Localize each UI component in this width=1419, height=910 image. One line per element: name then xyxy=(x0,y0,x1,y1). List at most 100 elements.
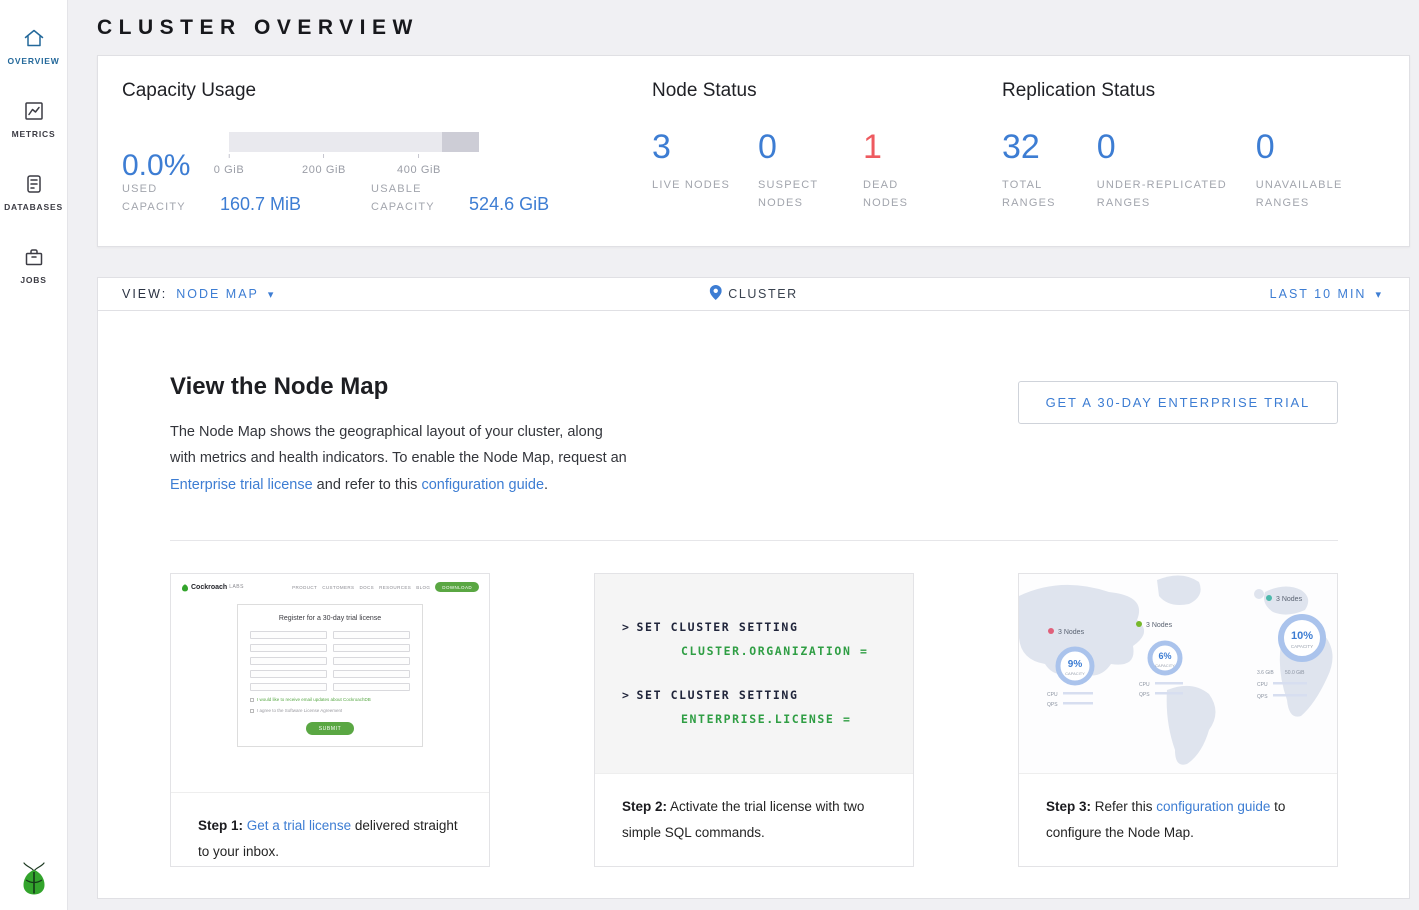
site-nav: PRODUCT CUSTOMERS DOCS RESOURCES BLOG DO… xyxy=(292,582,479,592)
svg-text:6%: 6% xyxy=(1158,651,1171,661)
step3-card: 3 Nodes 9% CAPACITY CPU QPS xyxy=(1018,573,1338,867)
view-label: VIEW: xyxy=(122,287,167,301)
page-title: CLUSTER OVERVIEW xyxy=(97,16,1410,40)
sidebar-item-label: OVERVIEW xyxy=(7,56,59,66)
chevron-down-icon: ▾ xyxy=(268,288,274,301)
cluster-summary-card: Capacity Usage 0.0% 0 GiB 200 GiB 400 Gi… xyxy=(97,55,1410,247)
sidebar-item-metrics[interactable]: METRICS xyxy=(0,83,67,156)
capacity-usage-section: Capacity Usage 0.0% 0 GiB 200 GiB 400 Gi… xyxy=(122,80,652,222)
svg-text:CPU: CPU xyxy=(1047,692,1058,698)
svg-text:QPS: QPS xyxy=(1257,694,1268,700)
section-title: Capacity Usage xyxy=(122,80,652,102)
axis-tick-label: 400 GiB xyxy=(397,164,441,176)
axis-tick-label: 0 GiB xyxy=(214,164,245,176)
enterprise-trial-button[interactable]: GET A 30-DAY ENTERPRISE TRIAL xyxy=(1018,381,1338,424)
briefcase-icon xyxy=(23,246,45,268)
form-input xyxy=(250,644,327,652)
metrics-icon xyxy=(23,100,45,122)
svg-text:3.6 GiB: 3.6 GiB xyxy=(1257,670,1274,676)
node-map-intro: The Node Map shows the geographical layo… xyxy=(170,419,632,498)
sql-code-block: >SET CLUSTER SETTING CLUSTER.ORGANIZATIO… xyxy=(595,574,913,774)
sidebar-item-jobs[interactable]: JOBS xyxy=(0,229,67,302)
step1-card: CockroachLABS PRODUCT CUSTOMERS DOCS RES… xyxy=(170,573,490,867)
sidebar-item-databases[interactable]: DATABASES xyxy=(0,156,67,229)
node-map-preview: 3 Nodes 9% CAPACITY CPU QPS xyxy=(1019,574,1337,774)
form-input xyxy=(250,670,327,678)
cockroach-labs-logo: CockroachLABS xyxy=(181,582,244,592)
form-input xyxy=(250,657,327,665)
step1-screenshot: CockroachLABS PRODUCT CUSTOMERS DOCS RES… xyxy=(171,574,489,793)
section-title: Node Status xyxy=(652,80,1002,102)
replication-status-section: Replication Status 32 TOTAL RANGES 0 UND… xyxy=(1002,80,1385,222)
svg-text:3 Nodes: 3 Nodes xyxy=(1276,596,1303,603)
enterprise-trial-license-link[interactable]: Enterprise trial license xyxy=(170,477,313,493)
map-breadcrumb: CLUSTER xyxy=(709,285,798,303)
get-trial-license-link[interactable]: Get a trial license xyxy=(247,818,351,833)
used-capacity-label: USED CAPACITY xyxy=(122,180,204,216)
form-input xyxy=(333,683,410,691)
svg-text:50.0 GiB: 50.0 GiB xyxy=(1285,670,1305,676)
databases-icon xyxy=(23,173,45,195)
usable-capacity-label: USABLE CAPACITY xyxy=(371,180,453,216)
divider xyxy=(170,540,1338,541)
svg-text:3 Nodes: 3 Nodes xyxy=(1146,622,1173,629)
svg-text:3 Nodes: 3 Nodes xyxy=(1058,629,1085,636)
capacity-axis: 0 GiB 200 GiB 400 GiB xyxy=(229,152,479,178)
view-selector[interactable]: VIEW: NODE MAP ▾ xyxy=(122,287,273,301)
checkbox xyxy=(250,698,254,702)
section-title: Replication Status xyxy=(1002,80,1385,102)
usable-capacity: USABLE CAPACITY 524.6 GiB xyxy=(371,180,549,216)
form-input xyxy=(333,657,410,665)
step1-caption: Step 1: Get a trial license delivered st… xyxy=(171,793,489,866)
svg-text:CPU: CPU xyxy=(1139,682,1150,688)
svg-text:QPS: QPS xyxy=(1139,692,1150,698)
time-range-selector[interactable]: LAST 10 MIN ▾ xyxy=(1270,287,1383,301)
form-input xyxy=(250,683,327,691)
form-input xyxy=(333,670,410,678)
form-input xyxy=(333,644,410,652)
form-input xyxy=(250,631,327,639)
svg-text:CPU: CPU xyxy=(1257,682,1268,688)
time-range-value: LAST 10 MIN xyxy=(1270,287,1367,301)
axis-tick-label: 200 GiB xyxy=(302,164,346,176)
step3-caption: Step 3: Refer this configuration guide t… xyxy=(1019,774,1337,847)
submit-button: SUBMIT xyxy=(306,722,354,735)
svg-text:CAPACITY: CAPACITY xyxy=(1291,644,1313,649)
view-value: NODE MAP xyxy=(176,287,259,301)
sidebar-item-label: METRICS xyxy=(12,129,56,139)
cockroach-logo xyxy=(0,862,67,896)
app-root: OVERVIEW METRICS DATABASES xyxy=(0,0,1419,910)
sidebar: OVERVIEW METRICS DATABASES xyxy=(0,0,68,910)
capacity-bar-nonusable-segment xyxy=(442,132,480,152)
capacity-bar xyxy=(229,132,479,152)
step2-card: >SET CLUSTER SETTING CLUSTER.ORGANIZATIO… xyxy=(594,573,914,867)
svg-text:9%: 9% xyxy=(1068,659,1083,670)
svg-text:CAPACITY: CAPACITY xyxy=(1065,671,1085,676)
view-bar: VIEW: NODE MAP ▾ CLUSTER LAST 10 MIN ▾ xyxy=(97,277,1410,311)
unavailable-ranges-stat: 0 UNAVAILABLE RANGES xyxy=(1256,130,1385,212)
sidebar-item-overview[interactable]: OVERVIEW xyxy=(0,10,67,83)
live-nodes-stat: 3 LIVE NODES xyxy=(652,130,758,212)
location-pin-icon xyxy=(709,285,721,303)
dead-nodes-stat: 1 DEAD NODES xyxy=(863,130,943,212)
chevron-down-icon: ▾ xyxy=(1375,288,1383,301)
node-map-panel: View the Node Map The Node Map shows the… xyxy=(97,311,1410,899)
form-input xyxy=(333,631,410,639)
svg-text:CAPACITY: CAPACITY xyxy=(1155,663,1175,668)
checkbox xyxy=(250,709,254,713)
total-ranges-stat: 32 TOTAL RANGES xyxy=(1002,130,1097,212)
home-icon xyxy=(23,27,45,49)
configuration-guide-link[interactable]: configuration guide xyxy=(421,477,544,493)
configuration-guide-link[interactable]: configuration guide xyxy=(1156,799,1270,814)
step2-caption: Step 2: Activate the trial license with … xyxy=(595,774,913,847)
svg-text:QPS: QPS xyxy=(1047,702,1058,708)
breadcrumb-label: CLUSTER xyxy=(728,287,798,301)
node-status-section: Node Status 3 LIVE NODES 0 SUSPECT NODES… xyxy=(652,80,1002,222)
sidebar-item-label: JOBS xyxy=(20,275,46,285)
sidebar-item-label: DATABASES xyxy=(4,202,63,212)
used-capacity: USED CAPACITY 160.7 MiB xyxy=(122,180,301,216)
main-content: CLUSTER OVERVIEW Capacity Usage 0.0% 0 G… xyxy=(68,0,1419,910)
svg-text:10%: 10% xyxy=(1291,630,1313,642)
trial-registration-form: Register for a 30-day trial license I wo… xyxy=(237,604,423,747)
download-button: DOWNLOAD xyxy=(435,582,479,592)
